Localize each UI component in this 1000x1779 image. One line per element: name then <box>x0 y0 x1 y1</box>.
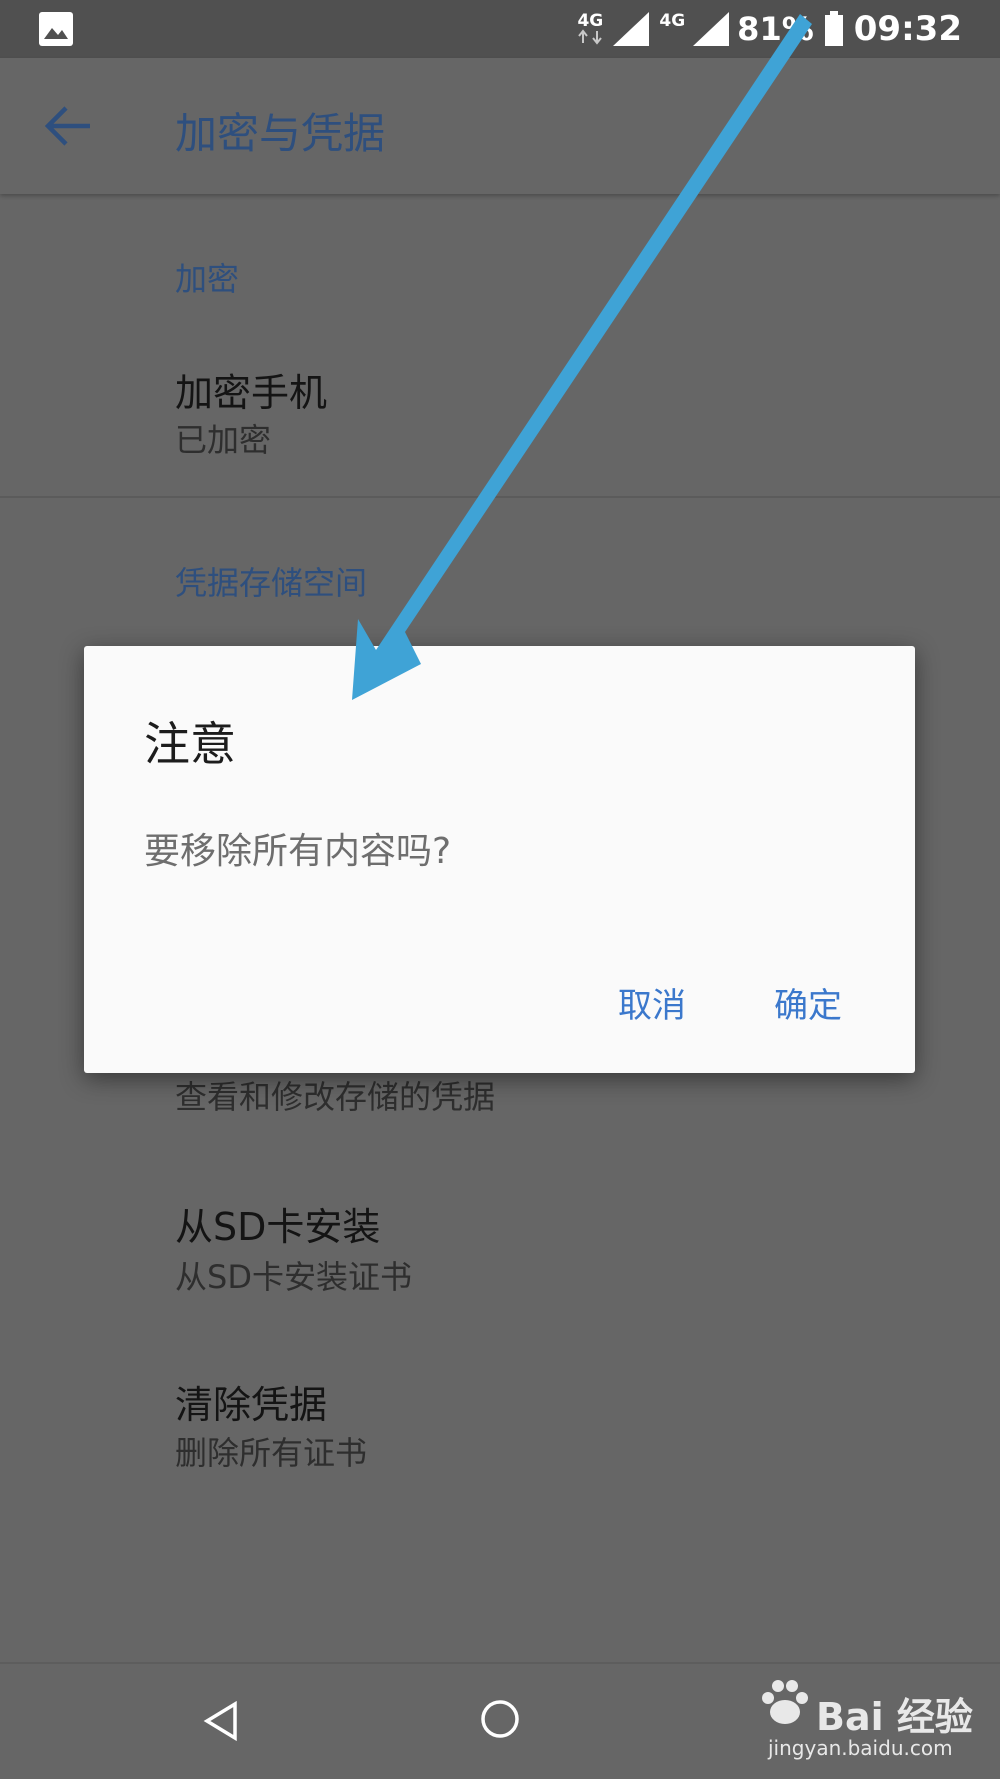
gallery-icon <box>39 12 73 46</box>
battery-icon <box>824 11 843 46</box>
item-subtitle-trusted-credentials: 查看和修改存储的凭据 <box>175 1078 496 1116</box>
baidu-watermark: Bai 经验 jingyan.baidu.com <box>758 1676 973 1760</box>
dialog-title: 注意 <box>144 717 236 771</box>
status-bar: 4G 4G 81% 09:32 <box>0 0 1000 58</box>
item-subtitle-install-from-sd: 从SD卡安装证书 <box>175 1258 412 1296</box>
cancel-button[interactable]: 取消 <box>618 978 686 1027</box>
dialog-message: 要移除所有内容吗? <box>144 831 452 872</box>
network-indicator-2: 4G <box>659 13 685 45</box>
item-title-install-from-sd: 从SD卡安装 <box>175 1205 381 1249</box>
section-header-encryption: 加密 <box>175 260 240 298</box>
ok-button[interactable]: 确定 <box>774 978 842 1027</box>
item-title-encrypt-phone: 加密手机 <box>175 371 328 415</box>
item-subtitle-encrypted: 已加密 <box>175 421 272 459</box>
item-subtitle-clear-credentials: 删除所有证书 <box>175 1434 368 1472</box>
section-header-credential-storage: 凭据存储空间 <box>175 564 368 602</box>
clock: 09:32 <box>853 9 962 49</box>
back-triangle-icon[interactable] <box>203 1701 239 1741</box>
confirm-dialog: 注意 要移除所有内容吗? 取消 确定 <box>84 646 915 1073</box>
app-bar: 加密与凭据 <box>0 58 1000 194</box>
network-indicator-1: 4G <box>575 13 605 45</box>
network-type-label: 4G <box>577 11 604 31</box>
page-title: 加密与凭据 <box>175 109 386 158</box>
home-circle-icon[interactable] <box>479 1698 521 1740</box>
item-title-clear-credentials: 清除凭据 <box>175 1383 328 1427</box>
signal-icon-2 <box>693 12 730 46</box>
arrow-left-icon[interactable] <box>44 104 92 148</box>
section-divider <box>0 496 1000 498</box>
watermark-url: jingyan.baidu.com <box>768 1736 953 1760</box>
network-type-label-2: 4G <box>659 11 686 31</box>
data-arrows-icon <box>578 29 603 45</box>
navigation-bar: Bai 经验 jingyan.baidu.com <box>0 1662 1000 1779</box>
watermark-text: Bai 经验 <box>816 1695 973 1739</box>
paw-logo-icon <box>762 1680 808 1724</box>
signal-icon <box>613 12 650 46</box>
battery-percentage: 81% <box>737 10 814 48</box>
